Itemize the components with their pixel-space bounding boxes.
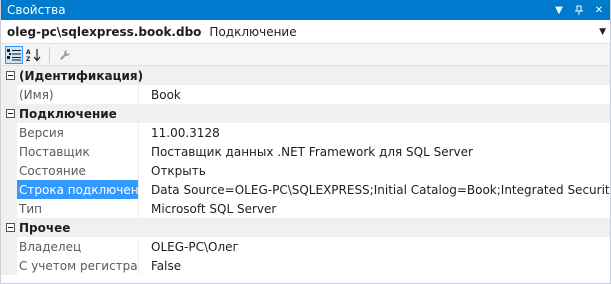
title-bar: Свойства ▼ ✕ bbox=[1, 0, 610, 20]
property-value[interactable]: Data Source=OLEG-PC\SQLEXPRESS;Initial C… bbox=[139, 180, 610, 199]
svg-text:A: A bbox=[26, 49, 31, 56]
category-identification[interactable]: (Идентификация) bbox=[1, 66, 610, 85]
toolbar-separator bbox=[49, 46, 50, 63]
property-row[interactable]: Владелец OLEG-PC\Олег bbox=[1, 237, 610, 256]
property-grid: (Идентификация) (Имя) Book Подключение В… bbox=[1, 66, 610, 283]
window-position-dropdown-icon[interactable]: ▼ bbox=[552, 3, 566, 17]
property-name: Версия bbox=[17, 123, 139, 142]
category-misc[interactable]: Прочее bbox=[1, 218, 610, 237]
wrench-icon bbox=[60, 49, 70, 60]
properties-window: Свойства ▼ ✕ oleg-pc\sqlexpress.book.dbo… bbox=[0, 0, 611, 284]
object-type: Подключение bbox=[209, 24, 297, 39]
chevron-down-icon[interactable]: ▼ bbox=[599, 27, 606, 37]
property-pages-button[interactable] bbox=[56, 46, 74, 64]
category-label: Подключение bbox=[19, 106, 117, 121]
categorized-icon bbox=[7, 48, 21, 60]
property-value[interactable]: OLEG-PC\Олег bbox=[139, 237, 610, 256]
object-name: oleg-pc\sqlexpress.book.dbo bbox=[7, 24, 202, 39]
object-selector[interactable]: oleg-pc\sqlexpress.book.dbo Подключение … bbox=[1, 20, 610, 44]
property-row[interactable]: Версия 11.00.3128 bbox=[1, 123, 610, 142]
properties-toolbar: A Z bbox=[1, 44, 610, 66]
property-name: Состояние bbox=[17, 161, 139, 180]
collapse-icon[interactable] bbox=[3, 71, 17, 80]
property-value[interactable]: 11.00.3128 bbox=[139, 123, 610, 142]
property-value[interactable]: False bbox=[139, 256, 610, 275]
title-actions: ▼ ✕ bbox=[552, 3, 606, 17]
category-label: Прочее bbox=[19, 220, 71, 235]
property-name: Строка подключения bbox=[17, 180, 139, 199]
property-row[interactable]: Поставщик Поставщик данных .NET Framewor… bbox=[1, 142, 610, 161]
property-name: Поставщик bbox=[17, 142, 139, 161]
property-row[interactable]: Тип Microsoft SQL Server bbox=[1, 199, 610, 218]
alphabetical-icon: A Z bbox=[26, 48, 41, 62]
close-icon[interactable]: ✕ bbox=[592, 3, 606, 17]
categorized-button[interactable] bbox=[5, 45, 23, 64]
property-row[interactable]: С учетом регистра False bbox=[1, 256, 610, 275]
collapse-icon[interactable] bbox=[3, 223, 17, 232]
property-value[interactable]: Поставщик данных .NET Framework для SQL … bbox=[139, 142, 610, 161]
alphabetical-button[interactable]: A Z bbox=[25, 46, 43, 64]
property-row-selected[interactable]: Строка подключения Data Source=OLEG-PC\S… bbox=[1, 180, 610, 199]
pin-icon[interactable] bbox=[572, 3, 586, 17]
property-row[interactable]: (Имя) Book bbox=[1, 85, 610, 104]
property-row[interactable]: Состояние Открыть bbox=[1, 161, 610, 180]
property-value[interactable]: Открыть bbox=[139, 161, 610, 180]
property-name: С учетом регистра bbox=[17, 256, 139, 275]
svg-text:Z: Z bbox=[26, 56, 31, 62]
collapse-icon[interactable] bbox=[3, 109, 17, 118]
property-value[interactable]: Microsoft SQL Server bbox=[139, 199, 610, 218]
property-name: Тип bbox=[17, 199, 139, 218]
property-name: (Имя) bbox=[17, 85, 139, 104]
category-label: (Идентификация) bbox=[19, 68, 144, 83]
window-title: Свойства bbox=[7, 3, 66, 17]
property-value[interactable]: Book bbox=[139, 85, 610, 104]
category-connection[interactable]: Подключение bbox=[1, 104, 610, 123]
property-name: Владелец bbox=[17, 237, 139, 256]
